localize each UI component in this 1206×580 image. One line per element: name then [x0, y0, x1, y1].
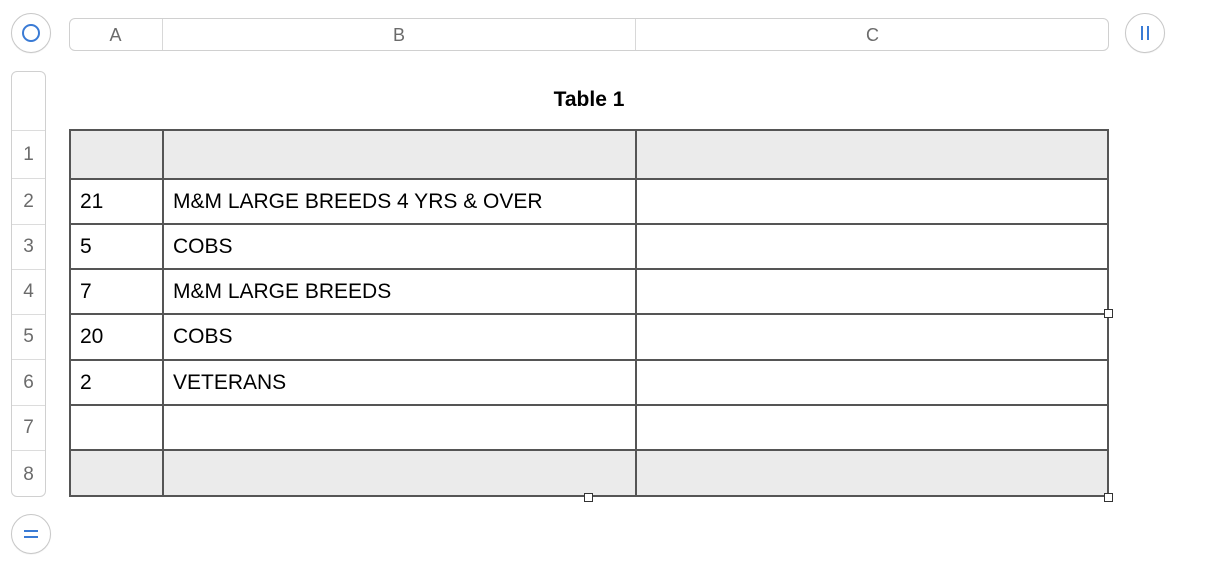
table-cell[interactable] [635, 361, 1107, 404]
add-columns-button[interactable] [1125, 13, 1165, 53]
row-header-1[interactable]: 1 [12, 130, 45, 178]
select-table-button[interactable] [11, 13, 51, 53]
table-cell[interactable] [635, 406, 1107, 449]
column-header-bar: A B C [69, 18, 1109, 51]
add-rows-button[interactable] [11, 514, 51, 554]
column-header-c[interactable]: C [635, 19, 1109, 50]
table-cell[interactable] [71, 406, 162, 449]
table-row: 21 M&M LARGE BREEDS 4 YRS & OVER [71, 178, 1107, 223]
table-row [71, 449, 1107, 495]
table-cell[interactable] [71, 131, 162, 178]
table-cell[interactable]: VETERANS [162, 361, 635, 404]
table-cell[interactable]: 5 [71, 225, 162, 268]
table-cell[interactable] [635, 225, 1107, 268]
table-cell[interactable] [635, 131, 1107, 178]
table-cell[interactable] [635, 451, 1107, 495]
table-row [71, 131, 1107, 178]
pause-bars-icon [1141, 26, 1149, 40]
table-cell[interactable]: 21 [71, 180, 162, 223]
table-row: 5 COBS [71, 223, 1107, 268]
resize-handle-corner[interactable] [1104, 493, 1113, 502]
table-cell[interactable] [635, 315, 1107, 359]
table-cell[interactable]: M&M LARGE BREEDS 4 YRS & OVER [162, 180, 635, 223]
equals-icon [24, 530, 38, 538]
table-cell[interactable]: 2 [71, 361, 162, 404]
row-header-4[interactable]: 4 [12, 269, 45, 314]
row-header-7[interactable]: 7 [12, 405, 45, 450]
table-cell[interactable]: COBS [162, 315, 635, 359]
table-row: 20 COBS [71, 313, 1107, 359]
column-header-b[interactable]: B [162, 19, 635, 50]
table-cell[interactable]: 20 [71, 315, 162, 359]
table-grid: 21 M&M LARGE BREEDS 4 YRS & OVER 5 COBS … [69, 129, 1109, 497]
table-cell[interactable] [635, 180, 1107, 223]
row-header-bar: 1 2 3 4 5 6 7 8 [11, 71, 46, 497]
table-cell[interactable] [71, 451, 162, 495]
row-header-8[interactable]: 8 [12, 450, 45, 496]
row-header-2[interactable]: 2 [12, 178, 45, 224]
resize-handle-bottom[interactable] [584, 493, 593, 502]
row-header-3[interactable]: 3 [12, 224, 45, 269]
table-cell[interactable] [162, 131, 635, 178]
table-cell[interactable]: M&M LARGE BREEDS [162, 270, 635, 313]
table-cell[interactable] [162, 451, 635, 495]
resize-handle-right[interactable] [1104, 309, 1113, 318]
row-header-5[interactable]: 5 [12, 314, 45, 359]
table-cell[interactable] [635, 270, 1107, 313]
row-header-6[interactable]: 6 [12, 359, 45, 405]
table-row [71, 404, 1107, 449]
table-title[interactable]: Table 1 [69, 88, 1109, 112]
table-row: 2 VETERANS [71, 359, 1107, 404]
table-row: 7 M&M LARGE BREEDS [71, 268, 1107, 313]
column-header-a[interactable]: A [70, 19, 161, 50]
table-cell[interactable]: COBS [162, 225, 635, 268]
circle-icon [22, 24, 40, 42]
table-cell[interactable] [162, 406, 635, 449]
table-cell[interactable]: 7 [71, 270, 162, 313]
